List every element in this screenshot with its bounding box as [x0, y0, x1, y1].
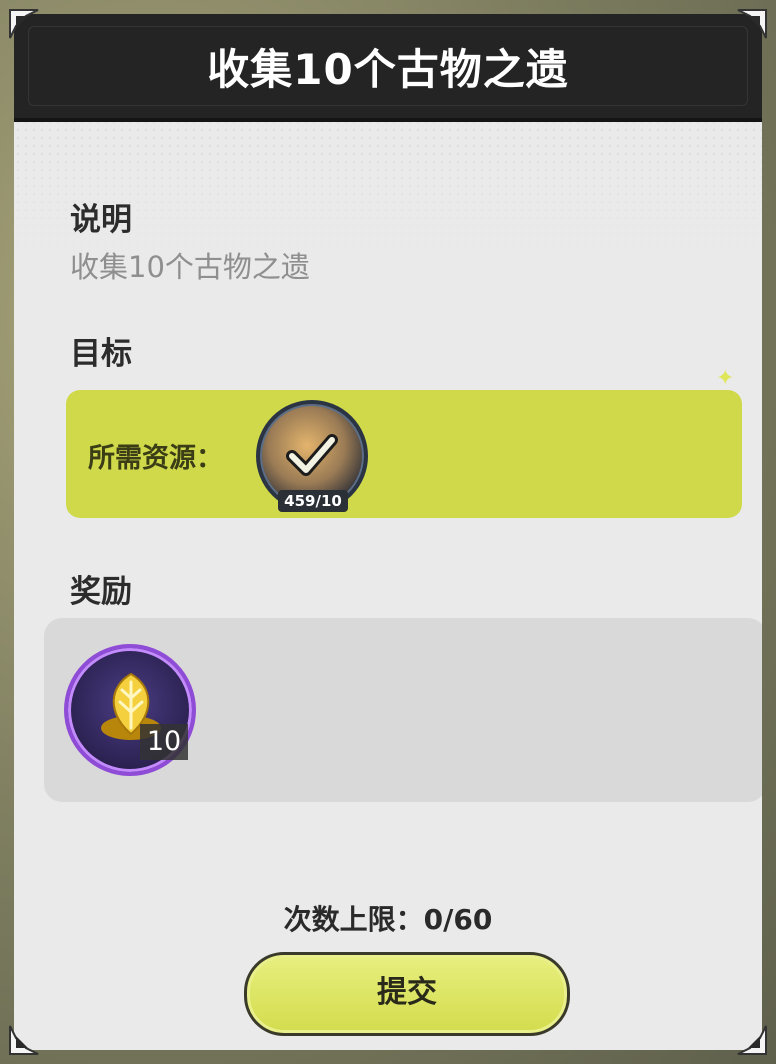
sparkle-icon: ✦: [716, 366, 735, 391]
corner-ornament-icon: [734, 1022, 768, 1056]
goal-label: 目标: [70, 336, 132, 372]
corner-ornament-icon: [8, 8, 42, 42]
description-label: 说明: [70, 202, 132, 238]
resource-count: 459/10: [278, 490, 348, 512]
corner-ornament-icon: [8, 1022, 42, 1056]
dialog-header: 收集10个古物之遗: [14, 14, 762, 122]
description-text: 收集10个古物之遗: [70, 250, 310, 284]
reward-label: 奖励: [70, 574, 132, 610]
resource-label: 所需资源：: [88, 443, 223, 474]
submit-limit: 次数上限：0/60: [283, 903, 493, 936]
reward-item[interactable]: 10: [64, 644, 196, 776]
check-icon: [286, 434, 338, 476]
corner-ornament-icon: [734, 8, 768, 42]
reward-list: 10: [44, 618, 762, 802]
submit-button[interactable]: 提交: [244, 952, 570, 1036]
goal-requirement-box: 所需资源： 459/10: [66, 390, 742, 518]
relic-item-icon[interactable]: 459/10: [256, 400, 368, 512]
task-dialog: 收集10个古物之遗 说明 收集10个古物之遗 目标 所需资源： 459/10 奖…: [14, 14, 762, 1050]
reward-quantity: 10: [140, 724, 188, 760]
dialog-title: 收集10个古物之遗: [207, 45, 569, 94]
